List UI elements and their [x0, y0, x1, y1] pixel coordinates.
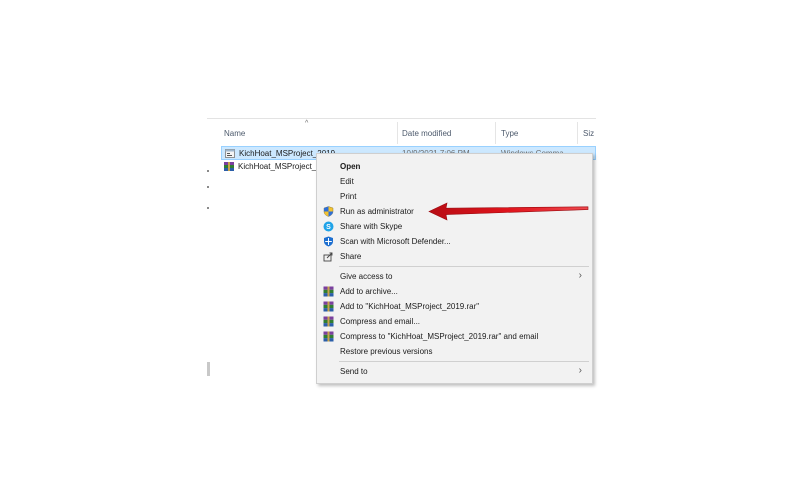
svg-text:S: S [326, 224, 331, 231]
column-divider[interactable] [577, 122, 578, 144]
column-divider[interactable] [397, 122, 398, 144]
menu-separator [339, 266, 589, 267]
menu-item-add-to-archive[interactable]: Add to archive... [317, 284, 592, 299]
nav-expand-glyph[interactable] [207, 207, 209, 209]
winrar-icon [323, 331, 334, 342]
chevron-right-icon: › [578, 270, 582, 281]
menu-item-label: Send to [340, 367, 368, 376]
defender-icon [324, 236, 333, 247]
column-header-size[interactable]: Siz [583, 129, 594, 138]
winrar-archive-icon [224, 162, 234, 171]
menu-item-label: Scan with Microsoft Defender... [340, 237, 451, 246]
batch-file-icon [225, 149, 235, 158]
column-header-name[interactable]: Name [224, 129, 245, 138]
winrar-icon [323, 316, 334, 327]
skype-icon: S [323, 221, 334, 232]
menu-item-label: Restore previous versions [340, 347, 433, 356]
nav-expand-glyph[interactable] [207, 170, 209, 172]
nav-expand-glyph[interactable] [207, 186, 209, 188]
context-menu: Open Edit Print Run as administrator S S… [316, 153, 593, 384]
menu-item-label: Share [340, 252, 362, 261]
menu-item-label: Compress and email... [340, 317, 421, 326]
menu-item-label: Edit [340, 177, 354, 186]
navigation-pane-edge [207, 118, 210, 386]
menu-item-compress-and-email[interactable]: Compress and email... [317, 314, 592, 329]
winrar-icon [323, 301, 334, 312]
menu-item-label: Print [340, 192, 357, 201]
menu-item-compress-to-rar-and-email[interactable]: Compress to "KichHoat_MSProject_2019.rar… [317, 329, 592, 344]
menu-item-share-with-skype[interactable]: S Share with Skype [317, 219, 592, 234]
menu-item-label: Add to "KichHoat_MSProject_2019.rar" [340, 302, 480, 311]
menu-item-edit[interactable]: Edit [317, 174, 592, 189]
menu-item-scan-with-defender[interactable]: Scan with Microsoft Defender... [317, 234, 592, 249]
menu-item-print[interactable]: Print [317, 189, 592, 204]
menu-item-label: Give access to [340, 272, 393, 281]
menu-item-add-to-rar[interactable]: Add to "KichHoat_MSProject_2019.rar" [317, 299, 592, 314]
chevron-right-icon: › [578, 365, 582, 376]
menu-item-label: Run as administrator [340, 207, 414, 216]
menu-item-restore-previous-versions[interactable]: Restore previous versions [317, 344, 592, 359]
uac-shield-icon [323, 206, 334, 217]
menu-item-run-as-administrator[interactable]: Run as administrator [317, 204, 592, 219]
column-divider[interactable] [495, 122, 496, 144]
menu-separator [339, 361, 589, 362]
menu-item-share[interactable]: Share [317, 249, 592, 264]
menu-item-label: Open [340, 162, 361, 171]
menu-item-label: Add to archive... [340, 287, 398, 296]
nav-scrollbar-thumb[interactable] [207, 362, 210, 376]
menu-item-label: Share with Skype [340, 222, 403, 231]
sort-ascending-icon: ^ [305, 120, 309, 127]
column-header-row: ^ Name Date modified Type Siz [207, 118, 596, 146]
menu-item-open[interactable]: Open [317, 159, 592, 174]
winrar-icon [323, 286, 334, 297]
menu-item-send-to[interactable]: Send to › [317, 364, 592, 379]
file-name: KichHoat_MSProject_ [238, 162, 317, 171]
menu-item-label: Compress to "KichHoat_MSProject_2019.rar… [340, 332, 539, 341]
share-icon [323, 252, 333, 262]
column-header-type[interactable]: Type [501, 129, 518, 138]
column-header-date-modified[interactable]: Date modified [402, 129, 451, 138]
menu-item-give-access-to[interactable]: Give access to › [317, 269, 592, 284]
